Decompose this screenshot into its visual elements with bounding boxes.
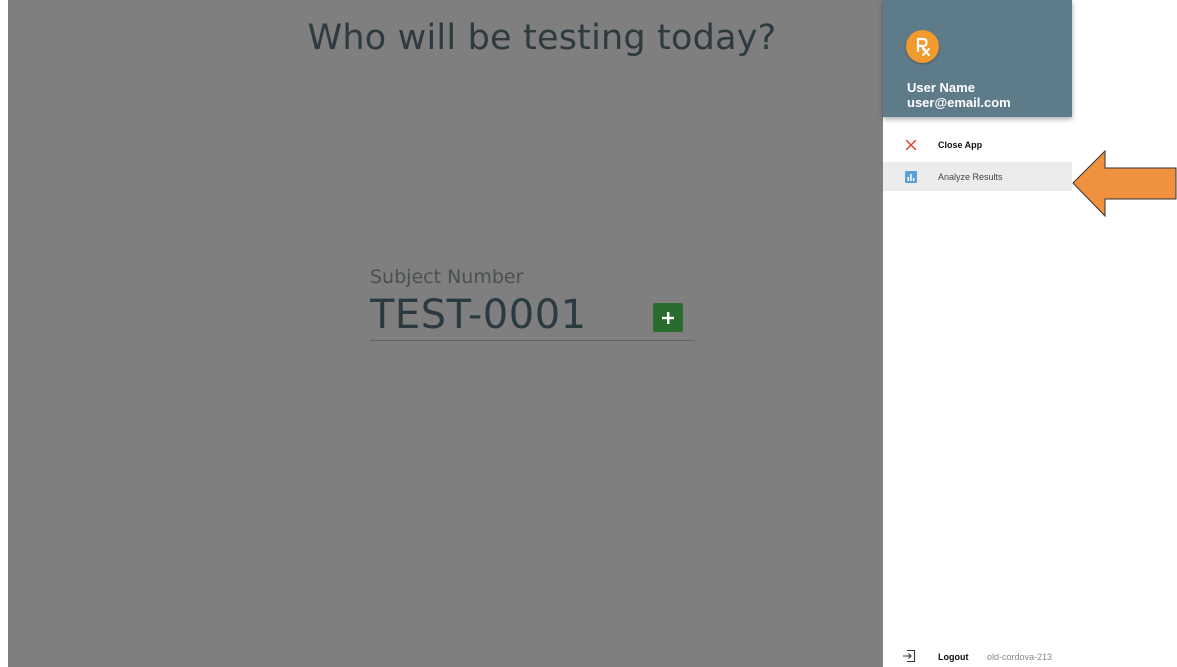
menu-item-analyze-results[interactable]: Analyze Results bbox=[883, 162, 1072, 191]
user-email: user@email.com bbox=[907, 95, 1011, 110]
version-label: old-cordova-213 bbox=[987, 652, 1053, 662]
screen: Who will be testing today? Subject Numbe… bbox=[0, 0, 1177, 667]
user-name: User Name bbox=[907, 80, 975, 95]
menu-item-close-app[interactable]: Close App bbox=[883, 130, 1072, 159]
logout-icon[interactable] bbox=[902, 649, 916, 663]
drawer-header: User Name user@email.com bbox=[883, 0, 1072, 117]
subject-number-label: Subject Number bbox=[370, 266, 524, 288]
pointer-arrow-icon bbox=[1072, 150, 1177, 218]
drawer-menu: Close App Analyze Results bbox=[883, 129, 1072, 239]
add-subject-button[interactable] bbox=[653, 303, 683, 332]
avatar bbox=[906, 30, 939, 63]
logout-button[interactable]: Logout bbox=[938, 652, 969, 662]
subject-number-input[interactable]: TEST-0001 bbox=[370, 292, 587, 338]
close-icon bbox=[904, 138, 918, 152]
subject-number-underline bbox=[370, 340, 695, 341]
plus-icon bbox=[662, 311, 674, 324]
menu-item-label: Close App bbox=[938, 139, 983, 150]
bar-chart-icon bbox=[904, 170, 918, 184]
menu-item-label: Analyze Results bbox=[938, 171, 1003, 182]
rx-icon bbox=[916, 37, 930, 56]
side-drawer: User Name user@email.com Close App Analy… bbox=[883, 0, 1072, 667]
drawer-footer: Logout old-cordova-213 bbox=[883, 645, 1072, 667]
